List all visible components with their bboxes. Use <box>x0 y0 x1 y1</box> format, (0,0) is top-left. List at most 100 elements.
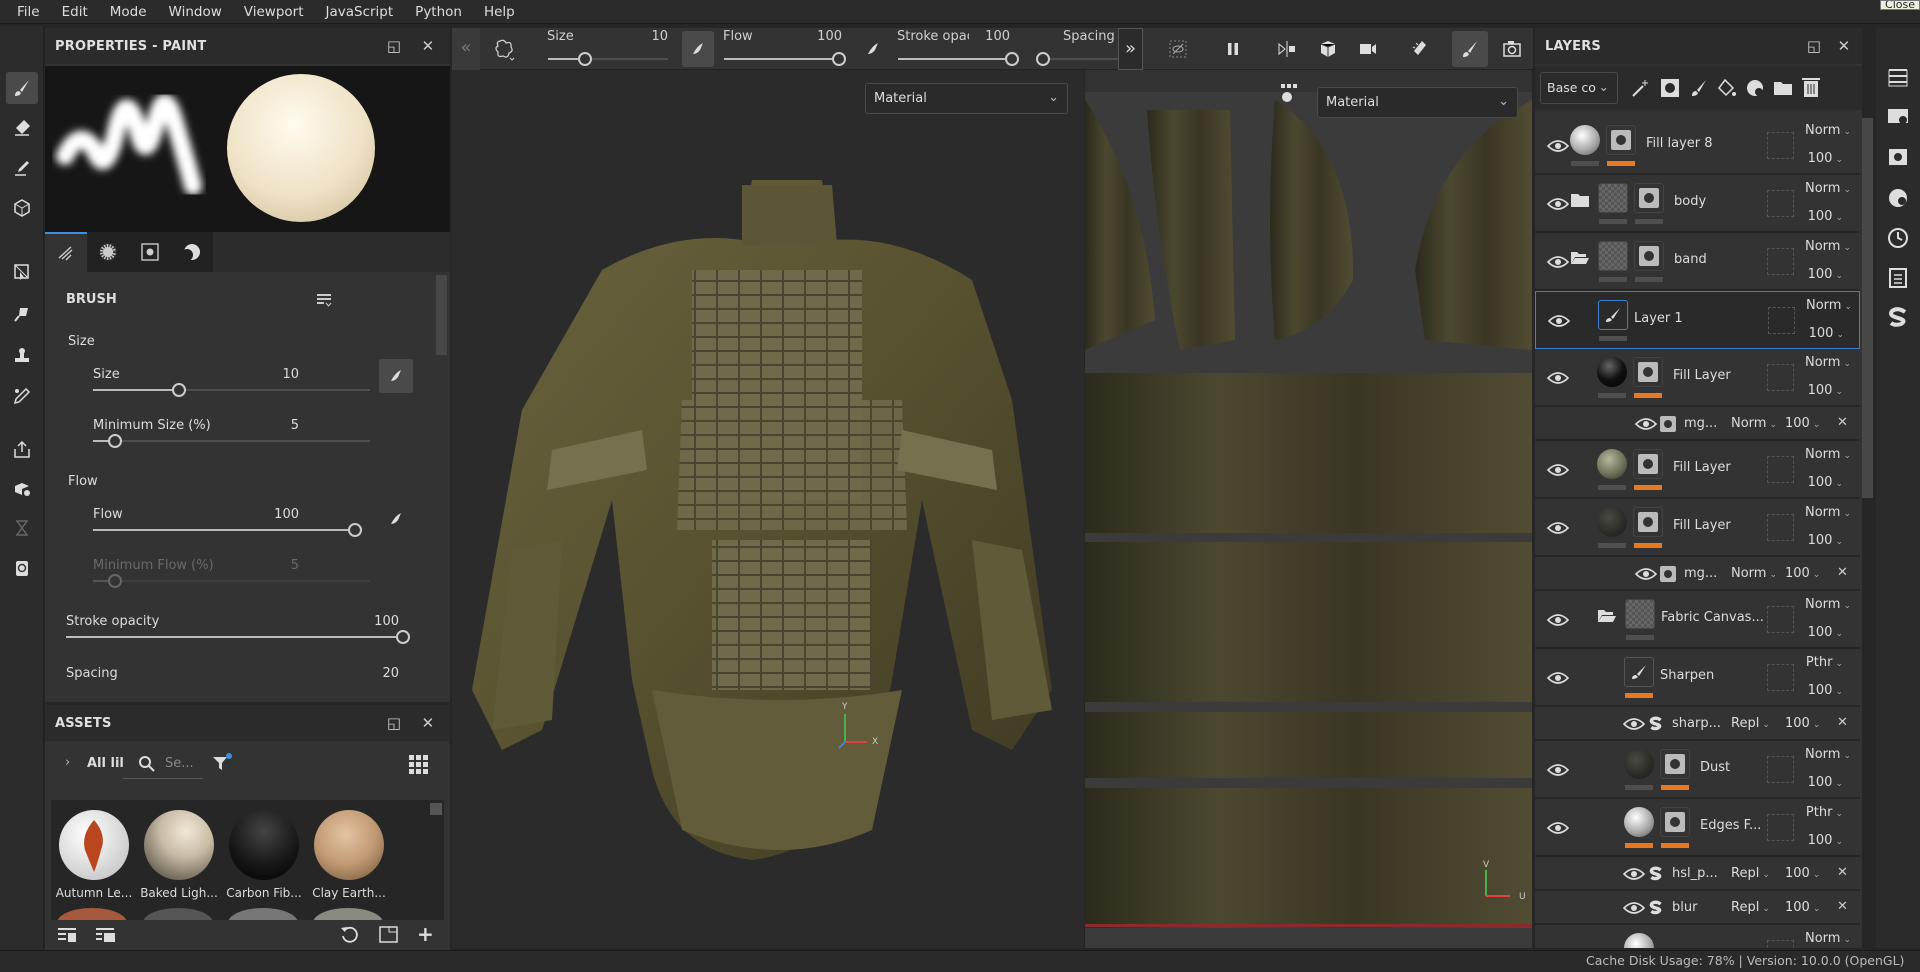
size-pressure-button[interactable] <box>379 359 413 393</box>
layer-row[interactable]: band Norm ⌄ 100 ⌄ <box>1535 233 1860 291</box>
paint-brush-icon[interactable] <box>6 72 38 104</box>
layer-geometry-mask-slot[interactable] <box>1767 364 1794 391</box>
menu-help[interactable]: Help <box>473 4 526 20</box>
layer-name[interactable]: Layer 1 <box>1634 311 1683 326</box>
toolbar-flow-value[interactable]: 100 <box>802 29 842 44</box>
stroke-opacity-value[interactable]: 100 <box>345 614 399 629</box>
opacity-dropdown[interactable]: 100 ⌄ <box>1805 625 1855 640</box>
effect-blend-dropdown[interactable]: Repl ⌄ <box>1731 866 1770 881</box>
expand-toolbar-button[interactable]: » <box>1118 28 1143 70</box>
stroke-opacity-slider-handle[interactable] <box>396 630 410 644</box>
mask-thumbnail[interactable] <box>1634 241 1664 271</box>
effect-opacity-dropdown[interactable]: 100 ⌄ <box>1785 416 1820 431</box>
shader-settings-icon[interactable] <box>1886 106 1910 130</box>
effect-opacity-dropdown[interactable]: 100 ⌄ <box>1785 900 1820 915</box>
export-icon[interactable] <box>6 434 38 466</box>
effect-blend-dropdown[interactable]: Repl ⌄ <box>1731 900 1770 915</box>
visibility-eye-icon[interactable] <box>1547 947 1569 948</box>
bake-icon[interactable] <box>6 474 38 506</box>
mask-thumbnail[interactable] <box>1633 357 1663 387</box>
visibility-eye-icon[interactable] <box>1546 521 1570 535</box>
toolbar-spacing-handle[interactable] <box>1036 52 1050 66</box>
stencil-shape-icon[interactable] <box>492 37 518 63</box>
visibility-eye-icon[interactable] <box>1622 901 1646 915</box>
viewport-2d-mode-dropdown[interactable]: Material ⌄ <box>1317 87 1518 118</box>
effect-opacity-dropdown[interactable]: 100 ⌄ <box>1785 716 1820 731</box>
preset-menu-icon[interactable] <box>315 292 333 308</box>
viewport-2d[interactable]: Material ⌄ V U <box>1085 70 1532 948</box>
visibility-eye-icon[interactable] <box>1546 671 1570 685</box>
toolbar-flow-slider[interactable] <box>724 52 846 66</box>
mask-thumbnail[interactable] <box>1660 749 1690 779</box>
texture-set-settings-icon[interactable] <box>1886 146 1910 170</box>
add-folder-icon[interactable] <box>1773 78 1793 98</box>
toolbar-stroke-opacity-value[interactable]: 100 <box>974 29 1010 44</box>
log-icon[interactable] <box>1886 266 1910 290</box>
iray-icon[interactable] <box>6 552 38 584</box>
layer-name[interactable]: Fill Layer <box>1673 460 1731 475</box>
menu-window[interactable]: Window <box>158 4 233 20</box>
layer-name[interactable]: Fabric Canvas... <box>1661 610 1763 625</box>
layer-geometry-mask-slot[interactable] <box>1767 664 1794 691</box>
flow-slider[interactable] <box>93 523 362 537</box>
blend-mode-dropdown[interactable]: Norm ⌄ <box>1805 505 1855 520</box>
blend-mode-dropdown[interactable]: Norm ⌄ <box>1805 931 1855 946</box>
add-paint-layer-icon[interactable] <box>1689 78 1709 98</box>
toolbar-spacing-slider[interactable] <box>1036 52 1119 66</box>
layer-name[interactable]: body <box>1674 194 1706 209</box>
new-folder-icon[interactable] <box>379 925 399 945</box>
size-slider[interactable] <box>93 383 370 397</box>
close-icon[interactable]: ✕ <box>1835 37 1853 55</box>
menu-mode[interactable]: Mode <box>99 4 158 20</box>
toolbar-size-handle[interactable] <box>578 52 593 66</box>
layer-name[interactable]: Fill layer 8 <box>1646 136 1713 151</box>
camera-view-cube-icon[interactable] <box>1313 34 1343 64</box>
layer-geometry-mask-slot[interactable] <box>1767 190 1794 217</box>
close-icon[interactable]: ✕ <box>419 37 437 55</box>
mask-thumbnail[interactable] <box>1660 807 1690 837</box>
opacity-dropdown[interactable]: 100 ⌄ <box>1805 533 1855 548</box>
library-selector[interactable]: All lil <box>87 756 124 771</box>
toolbar-stroke-opacity-slider[interactable] <box>898 52 1019 66</box>
menu-python[interactable]: Python <box>404 4 473 20</box>
visibility-eye-icon[interactable] <box>1547 314 1571 328</box>
substance-icon[interactable] <box>1886 306 1910 330</box>
channel-dropdown[interactable]: Base co ⌄ <box>1540 72 1618 104</box>
clone-stamp-icon[interactable] <box>6 340 38 372</box>
effect-blend-dropdown[interactable]: Norm ⌄ <box>1731 566 1777 581</box>
asset-item[interactable]: Baked Ligh... <box>139 810 219 900</box>
layer-geometry-mask-slot[interactable] <box>1767 248 1794 275</box>
blend-mode-dropdown[interactable]: Norm ⌄ <box>1805 355 1855 370</box>
undock-icon[interactable]: ◱ <box>385 714 403 732</box>
spacing-value[interactable]: 20 <box>345 666 399 681</box>
geometry-fill-icon[interactable] <box>6 192 38 224</box>
layer-name[interactable]: Fill Layer <box>1673 368 1731 383</box>
display-settings-icon[interactable] <box>1886 66 1910 90</box>
opacity-dropdown[interactable]: 100 ⌄ <box>1805 267 1855 282</box>
bakers-icon[interactable] <box>1886 186 1910 210</box>
effect-row[interactable]: sharp... Repl ⌄ 100 ⌄ ✕ <box>1535 707 1860 741</box>
viewport-3d[interactable]: Material ⌄ Y X <box>452 70 1084 948</box>
visibility-eye-icon[interactable] <box>1546 821 1570 835</box>
add-fill-layer-icon[interactable] <box>1717 78 1737 98</box>
layer-row[interactable]: Fabric Canvas... Norm ⌄ 100 ⌄ <box>1535 591 1860 649</box>
visibility-eye-icon[interactable] <box>1622 717 1646 731</box>
layer-row[interactable]: Sharpen Pthr ⌄ 100 ⌄ <box>1535 649 1860 707</box>
visibility-eye-icon[interactable] <box>1546 371 1570 385</box>
effect-row[interactable]: hsl_p... Repl ⌄ 100 ⌄ ✕ <box>1535 857 1860 891</box>
layer-name[interactable]: Dust <box>1700 760 1730 775</box>
symmetry-icon[interactable] <box>1272 34 1302 64</box>
mask-thumbnail[interactable] <box>1633 449 1663 479</box>
menu-file[interactable]: File <box>6 4 51 20</box>
visibility-eye-icon[interactable] <box>1546 463 1570 477</box>
visibility-eye-icon[interactable] <box>1546 763 1570 777</box>
close-icon[interactable]: ✕ <box>419 714 437 732</box>
asset-item[interactable]: Autumn Le... <box>54 810 134 900</box>
add-mask-icon[interactable] <box>1660 78 1680 98</box>
blend-mode-dropdown[interactable]: Norm ⌄ <box>1805 597 1855 612</box>
blend-mode-dropdown[interactable]: Pthr ⌄ <box>1805 805 1855 820</box>
min-size-slider[interactable] <box>93 434 370 448</box>
tab-alpha[interactable] <box>87 232 129 272</box>
refresh-icon[interactable] <box>340 925 360 945</box>
asset-item[interactable]: Carbon Fib... <box>224 810 304 900</box>
